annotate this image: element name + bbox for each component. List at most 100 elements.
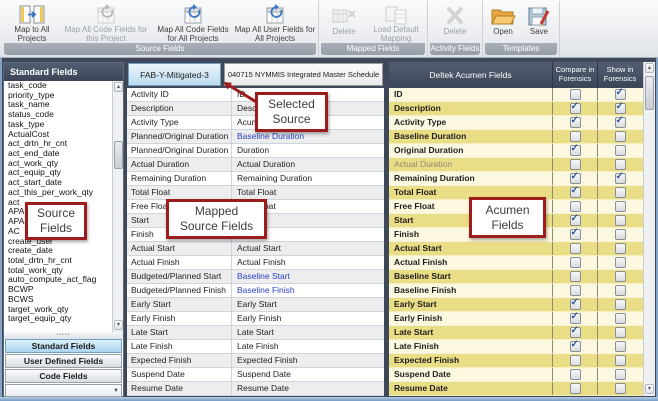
- compare-in-forensics-checkbox[interactable]: ✓: [570, 341, 581, 352]
- mapped-field-row[interactable]: Remaining DurationRemaining Duration: [127, 172, 384, 186]
- compare-in-forensics-checkbox[interactable]: ✓: [570, 173, 581, 184]
- mapped-field-row[interactable]: Budgeted/Planned StartBaseline Start: [127, 270, 384, 284]
- source-field-item[interactable]: target_equip_qty: [4, 314, 123, 324]
- scroll-down-icon[interactable]: ▼: [114, 320, 123, 330]
- compare-in-forensics-checkbox[interactable]: ✓: [570, 145, 581, 156]
- save-button[interactable]: Save: [521, 2, 557, 44]
- show-in-forensics-checkbox[interactable]: [615, 229, 626, 240]
- compare-in-forensics-checkbox[interactable]: [570, 243, 581, 254]
- compare-in-forensics-checkbox[interactable]: [570, 201, 581, 212]
- mapped-field-row[interactable]: Expected FinishExpected Finish: [127, 354, 384, 368]
- show-in-forensics-checkbox[interactable]: ✓: [615, 103, 626, 114]
- panel-splitter[interactable]: •••••: [4, 332, 123, 339]
- scrollbar-thumb[interactable]: [645, 76, 654, 110]
- show-in-forensics-checkbox[interactable]: [615, 355, 626, 366]
- show-in-forensics-checkbox[interactable]: [615, 257, 626, 268]
- show-in-forensics-checkbox[interactable]: [615, 327, 626, 338]
- acumen-field-row[interactable]: Remaining Duration✓✓: [389, 172, 643, 186]
- compare-in-forensics-checkbox[interactable]: ✓: [570, 215, 581, 226]
- show-in-forensics-checkbox[interactable]: [615, 201, 626, 212]
- show-in-forensics-checkbox[interactable]: [615, 369, 626, 380]
- acumen-field-row[interactable]: Original Duration✓: [389, 144, 643, 158]
- show-in-forensics-checkbox[interactable]: ✓: [615, 173, 626, 184]
- scroll-down-icon[interactable]: ▼: [645, 384, 654, 394]
- compare-in-forensics-checkbox[interactable]: ✓: [570, 327, 581, 338]
- acumen-field-row[interactable]: Baseline Duration: [389, 130, 643, 144]
- scroll-up-icon[interactable]: ▲: [114, 82, 123, 92]
- map-to-all-projects-button[interactable]: Map to All Projects: [4, 2, 60, 44]
- compare-in-forensics-checkbox[interactable]: [570, 257, 581, 268]
- source-tab-selected[interactable]: FAB-Y-Mitigated-3: [128, 63, 221, 86]
- compare-in-forensics-checkbox[interactable]: [570, 285, 581, 296]
- checkbox-cell: [552, 382, 597, 395]
- mapped-field-row[interactable]: Total FloatTotal Float: [127, 186, 384, 200]
- acumen-field-row[interactable]: Early Finish✓: [389, 312, 643, 326]
- acumen-field-row[interactable]: Actual Start: [389, 242, 643, 256]
- mapped-field-row[interactable]: Early StartEarly Start: [127, 298, 384, 312]
- show-in-forensics-checkbox[interactable]: [615, 285, 626, 296]
- acumen-field-row[interactable]: Actual Finish: [389, 256, 643, 270]
- mapped-field-row[interactable]: Planned/Original DurationBaseline Durati…: [127, 130, 384, 144]
- open-button[interactable]: Open: [485, 2, 521, 44]
- show-in-forensics-checkbox[interactable]: [615, 299, 626, 310]
- source-fields-scrollbar[interactable]: ▲ ▼: [112, 81, 123, 332]
- acumen-field-row[interactable]: Early Start✓: [389, 298, 643, 312]
- mapped-field-row[interactable]: Late StartLate Start: [127, 326, 384, 340]
- category-button-standard-fields[interactable]: Standard Fields: [5, 339, 122, 353]
- mapped-field-row[interactable]: Early FinishEarly Finish: [127, 312, 384, 326]
- compare-in-forensics-checkbox[interactable]: [570, 159, 581, 170]
- compare-in-forensics-checkbox[interactable]: [570, 369, 581, 380]
- acumen-field-row[interactable]: Late Finish✓: [389, 340, 643, 354]
- compare-in-forensics-checkbox[interactable]: [570, 89, 581, 100]
- compare-in-forensics-checkbox[interactable]: [570, 383, 581, 394]
- acumen-field-row[interactable]: Baseline Start: [389, 270, 643, 284]
- compare-in-forensics-checkbox[interactable]: ✓: [570, 187, 581, 198]
- show-in-forensics-checkbox[interactable]: [615, 383, 626, 394]
- compare-in-forensics-checkbox[interactable]: ✓: [570, 299, 581, 310]
- source-field-item[interactable]: act_this_per_work_qty: [4, 188, 123, 198]
- show-in-forensics-checkbox[interactable]: [615, 131, 626, 142]
- acumen-field-row[interactable]: Late Start✓: [389, 326, 643, 340]
- scrollbar-thumb[interactable]: [114, 141, 123, 169]
- show-in-forensics-checkbox[interactable]: [615, 145, 626, 156]
- compare-in-forensics-checkbox[interactable]: [570, 355, 581, 366]
- map-all-code-fields-for-all-projects-button[interactable]: Map All Code Fields for All Projects: [152, 2, 234, 44]
- acumen-field-row[interactable]: Description✓✓: [389, 102, 643, 116]
- acumen-field-row[interactable]: ID✓: [389, 88, 643, 102]
- mapped-field-row[interactable]: Resume DateResume Date: [127, 382, 384, 396]
- show-in-forensics-checkbox[interactable]: [615, 215, 626, 226]
- show-in-forensics-checkbox[interactable]: [615, 313, 626, 324]
- compare-in-forensics-checkbox[interactable]: [570, 271, 581, 282]
- show-in-forensics-checkbox[interactable]: [615, 159, 626, 170]
- mapped-field-row[interactable]: Late FinishLate Finish: [127, 340, 384, 354]
- acumen-field-row[interactable]: Actual Duration: [389, 158, 643, 172]
- show-in-forensics-checkbox[interactable]: [615, 341, 626, 352]
- show-in-forensics-checkbox[interactable]: [615, 187, 626, 198]
- compare-in-forensics-checkbox[interactable]: [570, 131, 581, 142]
- mapped-field-row[interactable]: Actual StartActual Start: [127, 242, 384, 256]
- compare-in-forensics-checkbox[interactable]: ✓: [570, 229, 581, 240]
- compare-in-forensics-checkbox[interactable]: ✓: [570, 313, 581, 324]
- category-button-user-defined-fields[interactable]: User Defined Fields: [5, 354, 122, 368]
- map-all-user-fields-for-all-projects-button[interactable]: Map All User Fields for All Projects: [234, 2, 316, 44]
- show-in-forensics-checkbox[interactable]: ✓: [615, 89, 626, 100]
- mapped-field-row[interactable]: Actual FinishActual Finish: [127, 256, 384, 270]
- show-in-forensics-checkbox[interactable]: ✓: [615, 117, 626, 128]
- compare-in-forensics-checkbox[interactable]: ✓: [570, 103, 581, 114]
- mapped-field-row[interactable]: Actual DurationActual Duration: [127, 158, 384, 172]
- category-button-code-fields[interactable]: Code Fields: [5, 369, 122, 383]
- acumen-field-row[interactable]: Baseline Finish: [389, 284, 643, 298]
- mapped-field-row[interactable]: Budgeted/Planned FinishBaseline Finish: [127, 284, 384, 298]
- acumen-field-row[interactable]: Suspend Date: [389, 368, 643, 382]
- compare-in-forensics-checkbox[interactable]: ✓: [570, 117, 581, 128]
- field-category-dropdown[interactable]: ▼: [5, 384, 122, 397]
- acumen-field-row[interactable]: Activity Type✓✓: [389, 116, 643, 130]
- mapped-field-row[interactable]: Suspend DateSuspend Date: [127, 368, 384, 382]
- show-in-forensics-checkbox[interactable]: [615, 243, 626, 254]
- show-in-forensics-checkbox[interactable]: [615, 271, 626, 282]
- acumen-field-row[interactable]: Resume Date: [389, 382, 643, 396]
- acumen-field-row[interactable]: Expected Finish: [389, 354, 643, 368]
- acumen-grid-scrollbar[interactable]: ▲ ▼: [643, 62, 655, 396]
- scroll-up-icon[interactable]: ▲: [645, 63, 654, 73]
- mapped-field-row[interactable]: Planned/Original DurationDuration: [127, 144, 384, 158]
